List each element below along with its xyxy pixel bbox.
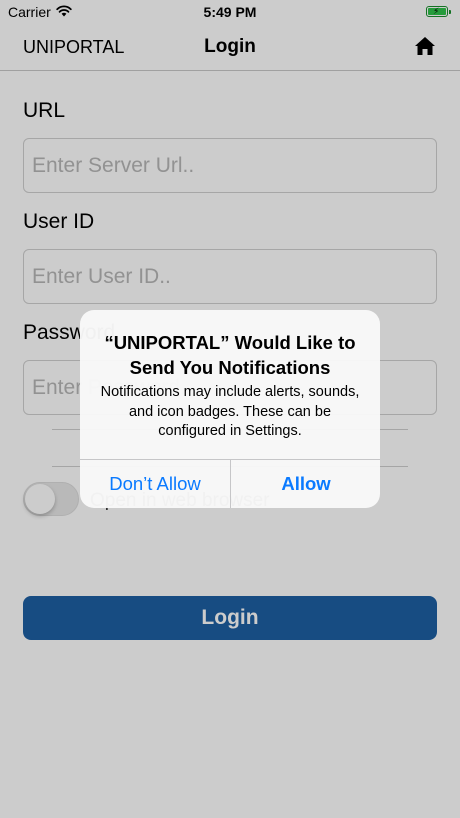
alert-title: “UNIPORTAL” Would Like to Send You Notif…: [104, 332, 356, 378]
alert-message: Notifications may include alerts, sounds…: [100, 384, 360, 439]
allow-button[interactable]: Allow: [231, 460, 380, 508]
notification-permission-alert: “UNIPORTAL” Would Like to Send You Notif…: [80, 310, 380, 508]
dont-allow-button[interactable]: Don’t Allow: [80, 460, 230, 508]
